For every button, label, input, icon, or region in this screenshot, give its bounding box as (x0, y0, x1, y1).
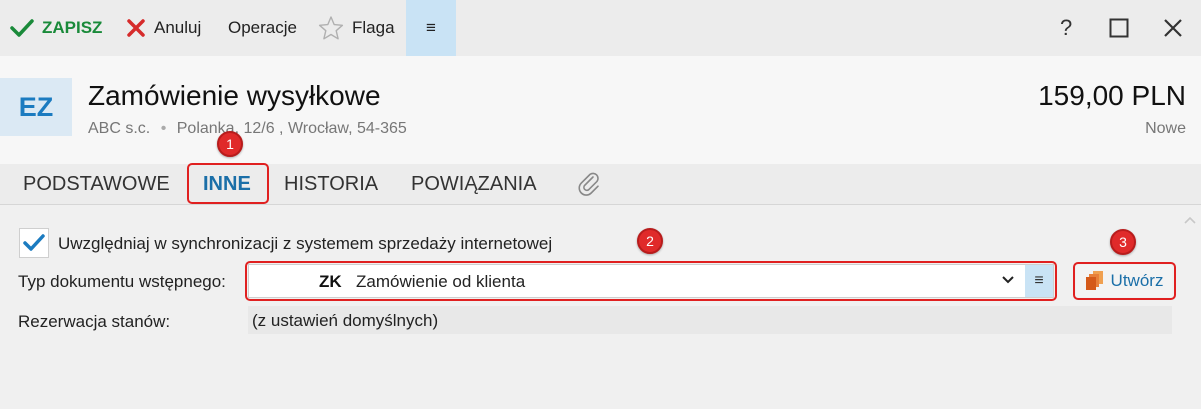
tab-podstawowe[interactable]: PODSTAWOWE (23, 164, 170, 204)
tab-attachments[interactable] (576, 164, 602, 204)
chevron-up-icon (1184, 216, 1196, 224)
tab-powiazania[interactable]: POWIĄZANIA (411, 164, 537, 204)
tab-bar: PODSTAWOWE INNE HISTORIA POWIĄZANIA (0, 164, 1201, 205)
scroll-up-button[interactable] (1183, 212, 1197, 230)
help-button[interactable]: ? (1060, 0, 1072, 56)
toolbar-menu-button[interactable]: ≡ (406, 0, 456, 56)
star-icon (318, 15, 344, 41)
tab-historia[interactable]: HISTORIA (284, 164, 378, 204)
help-icon: ? (1060, 15, 1073, 40)
reservation-value: (z ustawień domyślnych) (252, 311, 439, 330)
flag-button[interactable]: Flaga (318, 0, 395, 56)
toolbar: ZAPISZ Anuluj Operacje Flaga ≡ ? (0, 0, 1201, 56)
menu-icon: ≡ (426, 18, 436, 37)
doc-type-label: Typ dokumentu wstępnego: (18, 272, 226, 291)
operations-label: Operacje (228, 18, 297, 37)
separator-dot: • (160, 120, 167, 137)
highlight-tab-inne (187, 163, 269, 204)
close-window-icon (1164, 19, 1182, 37)
cancel-label: Anuluj (154, 18, 202, 37)
check-icon (10, 18, 34, 38)
close-window-button[interactable] (1163, 0, 1183, 56)
company-address: Polanka, 12/6 , Wrocław, 54-365 (176, 120, 407, 137)
operations-button[interactable]: Operacje (228, 0, 297, 56)
cancel-button[interactable]: Anuluj (126, 0, 201, 56)
sync-checkbox[interactable] (19, 228, 49, 258)
document-title: Zamówienie wysyłkowe (88, 80, 381, 111)
annotation-badge-3: 3 (1110, 229, 1136, 255)
document-header: EZ Zamówienie wysyłkowe ABC s.c. • Polan… (0, 56, 1201, 164)
reservation-label: Rezerwacja stanów: (18, 312, 171, 331)
annotation-badge-1: 1 (217, 131, 243, 157)
close-icon (126, 18, 146, 38)
maximize-button[interactable] (1109, 0, 1129, 56)
checkmark-icon (23, 234, 45, 251)
document-status: Nowe (1145, 120, 1186, 137)
save-label: ZAPISZ (42, 18, 103, 37)
document-subtitle: ABC s.c. • Polanka, 12/6 , Wrocław, 54-3… (88, 120, 407, 138)
sync-checkbox-label: Uwzględniaj w synchronizacji z systemem … (58, 234, 553, 253)
save-button[interactable]: ZAPISZ (10, 0, 102, 56)
highlight-doc-type (245, 261, 1057, 301)
maximize-icon (1109, 18, 1129, 38)
document-type-badge: EZ (0, 78, 72, 136)
document-amount: 159,00 PLN (1038, 80, 1186, 111)
company-name: ABC s.c. (88, 120, 151, 137)
highlight-create-button (1073, 262, 1176, 300)
annotation-badge-2: 2 (637, 228, 663, 254)
reservation-field[interactable]: (z ustawień domyślnych) (248, 306, 1172, 334)
attachment-icon (578, 172, 599, 196)
flag-label: Flaga (352, 18, 395, 37)
